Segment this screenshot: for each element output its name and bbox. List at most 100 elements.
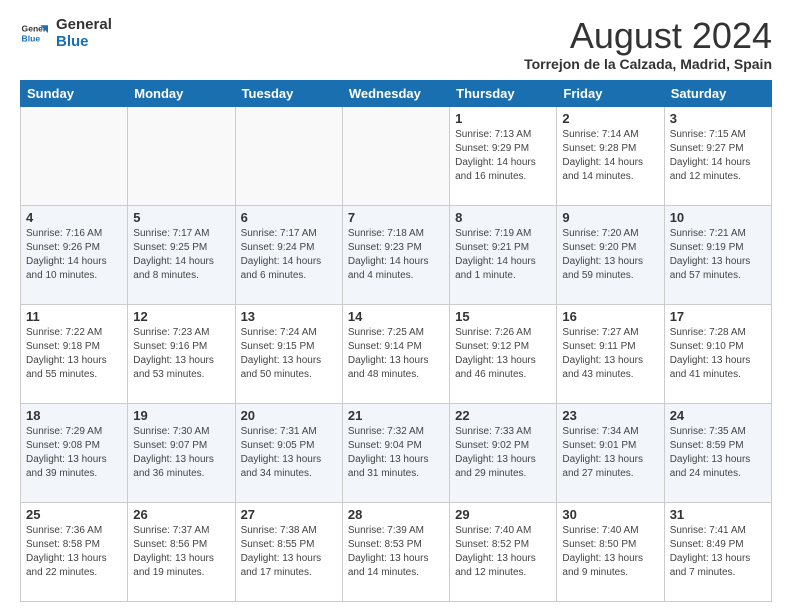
logo-line2: Blue	[56, 33, 112, 50]
day-number: 20	[241, 408, 337, 423]
day-number: 8	[455, 210, 551, 225]
day-number: 22	[455, 408, 551, 423]
table-row	[342, 106, 449, 205]
day-info: Sunrise: 7:36 AMSunset: 8:58 PMDaylight:…	[26, 524, 122, 580]
day-info: Sunrise: 7:37 AMSunset: 8:56 PMDaylight:…	[133, 524, 229, 580]
table-row: 9 Sunrise: 7:20 AMSunset: 9:20 PMDaylight…	[557, 205, 664, 304]
table-row: 27Sunrise: 7:38 AMSunset: 8:55 PMDayligh…	[235, 502, 342, 601]
table-row: 23 Sunrise: 7:34 AMSunset: 9:01 PMDayligh…	[557, 403, 664, 502]
logo: General Blue General Blue	[20, 16, 112, 51]
day-info: Sunrise: 7:22 AMSunset: 9:18 PMDaylight:…	[26, 326, 122, 382]
day-number: 23	[562, 408, 658, 423]
day-number: 5	[133, 210, 229, 225]
table-row: 10Sunrise: 7:21 AMSunset: 9:19 PMDayligh…	[664, 205, 771, 304]
calendar-table: Sunday Monday Tuesday Wednesday Thursday…	[20, 80, 772, 602]
table-row	[21, 106, 128, 205]
header-sunday: Sunday	[21, 80, 128, 106]
day-info: Sunrise: 7:41 AMSunset: 8:49 PMDaylight:…	[670, 524, 766, 580]
day-number: 29	[455, 507, 551, 522]
day-info: Sunrise: 7:29 AMSunset: 9:08 PMDaylight:…	[26, 425, 122, 481]
header-tuesday: Tuesday	[235, 80, 342, 106]
day-number: 9	[562, 210, 658, 225]
day-info: Sunrise: 7:30 AMSunset: 9:07 PMDaylight:…	[133, 425, 229, 481]
day-number: 6	[241, 210, 337, 225]
day-info: Sunrise: 7:19 AMSunset: 9:21 PMDaylight:…	[455, 227, 551, 283]
day-number: 7	[348, 210, 444, 225]
day-number: 21	[348, 408, 444, 423]
day-info: Sunrise: 7:20 AMSunset: 9:20 PMDaylight:…	[562, 227, 658, 283]
header: General Blue General Blue August 2024 To…	[20, 16, 772, 72]
day-number: 24	[670, 408, 766, 423]
header-thursday: Thursday	[450, 80, 557, 106]
day-number: 1	[455, 111, 551, 126]
table-row: 30Sunrise: 7:40 AMSunset: 8:50 PMDayligh…	[557, 502, 664, 601]
table-row: 14 Sunrise: 7:25 AMSunset: 9:14 PMDayligh…	[342, 304, 449, 403]
day-info: Sunrise: 7:27 AMSunset: 9:11 PMDaylight:…	[562, 326, 658, 382]
day-info: Sunrise: 7:13 AMSunset: 9:29 PMDaylight:…	[455, 128, 551, 184]
table-row: 6 Sunrise: 7:17 AMSunset: 9:24 PMDaylight…	[235, 205, 342, 304]
table-row: 21Sunrise: 7:32 AMSunset: 9:04 PMDayligh…	[342, 403, 449, 502]
day-info: Sunrise: 7:24 AMSunset: 9:15 PMDaylight:…	[241, 326, 337, 382]
table-row	[235, 106, 342, 205]
day-number: 12	[133, 309, 229, 324]
table-row: 2 Sunrise: 7:14 AMSunset: 9:28 PMDaylight…	[557, 106, 664, 205]
header-friday: Friday	[557, 80, 664, 106]
day-number: 11	[26, 309, 122, 324]
table-row: 29Sunrise: 7:40 AMSunset: 8:52 PMDayligh…	[450, 502, 557, 601]
page: General Blue General Blue August 2024 To…	[0, 0, 792, 612]
day-info: Sunrise: 7:16 AMSunset: 9:26 PMDaylight:…	[26, 227, 122, 283]
day-number: 18	[26, 408, 122, 423]
header-wednesday: Wednesday	[342, 80, 449, 106]
table-row: 18 Sunrise: 7:29 AMSunset: 9:08 PMDayligh…	[21, 403, 128, 502]
table-row: 16 Sunrise: 7:27 AMSunset: 9:11 PMDayligh…	[557, 304, 664, 403]
table-row: 31Sunrise: 7:41 AMSunset: 8:49 PMDayligh…	[664, 502, 771, 601]
day-number: 3	[670, 111, 766, 126]
day-number: 28	[348, 507, 444, 522]
day-info: Sunrise: 7:26 AMSunset: 9:12 PMDaylight:…	[455, 326, 551, 382]
header-saturday: Saturday	[664, 80, 771, 106]
table-row: 7 Sunrise: 7:18 AMSunset: 9:23 PMDaylight…	[342, 205, 449, 304]
day-info: Sunrise: 7:34 AMSunset: 9:01 PMDaylight:…	[562, 425, 658, 481]
table-row: 12 Sunrise: 7:23 AMSunset: 9:16 PMDayligh…	[128, 304, 235, 403]
table-row: 17Sunrise: 7:28 AMSunset: 9:10 PMDayligh…	[664, 304, 771, 403]
day-info: Sunrise: 7:28 AMSunset: 9:10 PMDaylight:…	[670, 326, 766, 382]
day-number: 19	[133, 408, 229, 423]
table-row: 1 Sunrise: 7:13 AMSunset: 9:29 PMDaylight…	[450, 106, 557, 205]
table-row: 24Sunrise: 7:35 AMSunset: 8:59 PMDayligh…	[664, 403, 771, 502]
day-number: 25	[26, 507, 122, 522]
table-row: 28Sunrise: 7:39 AMSunset: 8:53 PMDayligh…	[342, 502, 449, 601]
logo-icon: General Blue	[20, 19, 48, 47]
title-block: August 2024 Torrejon de la Calzada, Madr…	[524, 16, 772, 72]
logo-line1: General	[56, 16, 112, 33]
day-number: 14	[348, 309, 444, 324]
day-info: Sunrise: 7:38 AMSunset: 8:55 PMDaylight:…	[241, 524, 337, 580]
day-info: Sunrise: 7:23 AMSunset: 9:16 PMDaylight:…	[133, 326, 229, 382]
table-row: 19 Sunrise: 7:30 AMSunset: 9:07 PMDayligh…	[128, 403, 235, 502]
table-row: 3Sunrise: 7:15 AMSunset: 9:27 PMDaylight…	[664, 106, 771, 205]
table-row	[128, 106, 235, 205]
day-info: Sunrise: 7:14 AMSunset: 9:28 PMDaylight:…	[562, 128, 658, 184]
table-row: 4Sunrise: 7:16 AMSunset: 9:26 PMDaylight…	[21, 205, 128, 304]
day-number: 2	[562, 111, 658, 126]
day-info: Sunrise: 7:31 AMSunset: 9:05 PMDaylight:…	[241, 425, 337, 481]
table-row: 20 Sunrise: 7:31 AMSunset: 9:05 PMDayligh…	[235, 403, 342, 502]
day-info: Sunrise: 7:18 AMSunset: 9:23 PMDaylight:…	[348, 227, 444, 283]
calendar-header-row: Sunday Monday Tuesday Wednesday Thursday…	[21, 80, 772, 106]
day-info: Sunrise: 7:33 AMSunset: 9:02 PMDaylight:…	[455, 425, 551, 481]
table-row: 22 Sunrise: 7:33 AMSunset: 9:02 PMDayligh…	[450, 403, 557, 502]
day-info: Sunrise: 7:40 AMSunset: 8:50 PMDaylight:…	[562, 524, 658, 580]
day-number: 26	[133, 507, 229, 522]
table-row: 25 Sunrise: 7:36 AMSunset: 8:58 PMDayligh…	[21, 502, 128, 601]
main-title: August 2024	[524, 16, 772, 56]
day-number: 15	[455, 309, 551, 324]
day-info: Sunrise: 7:17 AMSunset: 9:25 PMDaylight:…	[133, 227, 229, 283]
header-monday: Monday	[128, 80, 235, 106]
day-number: 10	[670, 210, 766, 225]
table-row: 11 Sunrise: 7:22 AMSunset: 9:18 PMDayligh…	[21, 304, 128, 403]
table-row: 26 Sunrise: 7:37 AMSunset: 8:56 PMDayligh…	[128, 502, 235, 601]
svg-text:Blue: Blue	[22, 34, 41, 44]
day-number: 16	[562, 309, 658, 324]
day-info: Sunrise: 7:25 AMSunset: 9:14 PMDaylight:…	[348, 326, 444, 382]
day-info: Sunrise: 7:17 AMSunset: 9:24 PMDaylight:…	[241, 227, 337, 283]
day-number: 13	[241, 309, 337, 324]
